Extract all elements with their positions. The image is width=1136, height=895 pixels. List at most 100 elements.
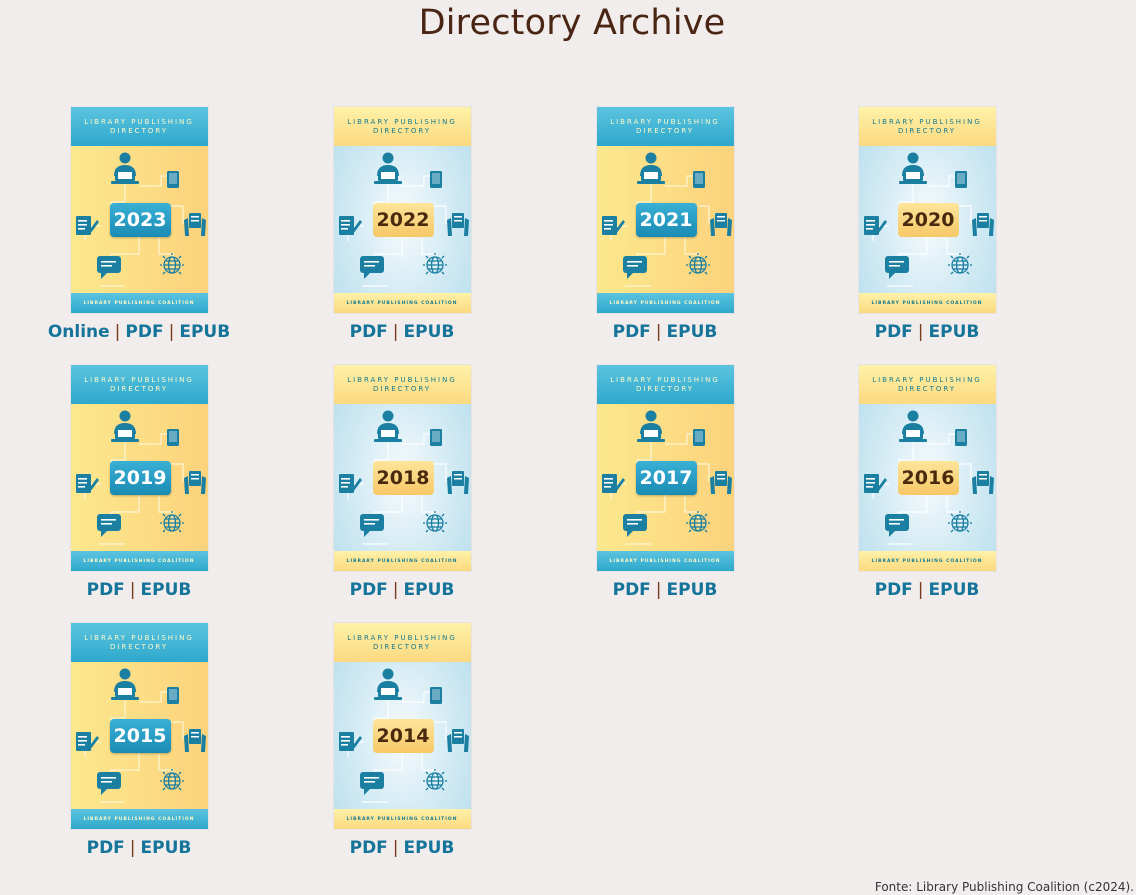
hands-holding-book-icon <box>709 471 732 494</box>
link-separator: | <box>917 580 924 600</box>
cover-header: LIBRARY PUBLISHING DIRECTORY <box>70 623 208 662</box>
directory-cover-2022[interactable]: LIBRARY PUBLISHING DIRECTORY 2022 LIBRAR… <box>333 107 471 313</box>
cover-header: LIBRARY PUBLISHING DIRECTORY <box>70 107 208 146</box>
hands-holding-book-icon <box>446 471 469 494</box>
tablet-icon <box>692 429 705 446</box>
directory-cover-2018[interactable]: LIBRARY PUBLISHING DIRECTORY 2018 LIBRAR… <box>333 365 471 571</box>
person-at-laptop-icon <box>636 152 665 184</box>
cover-header: LIBRARY PUBLISHING DIRECTORY <box>596 107 734 146</box>
epub-link-2018[interactable]: EPUB <box>404 580 455 600</box>
cover-year: 2017 <box>635 461 697 495</box>
directory-cover-2014[interactable]: LIBRARY PUBLISHING DIRECTORY 2014 LIBRAR… <box>333 623 471 829</box>
cover-year: 2023 <box>109 203 171 237</box>
person-at-laptop-icon <box>898 152 927 184</box>
epub-link-2017[interactable]: EPUB <box>667 580 718 600</box>
online-link-2023[interactable]: Online <box>48 322 110 342</box>
epub-link-2023[interactable]: EPUB <box>179 322 230 342</box>
format-links: PDF | EPUB <box>9 579 269 601</box>
cover-header: LIBRARY PUBLISHING DIRECTORY <box>333 365 471 404</box>
link-separator: | <box>129 580 136 600</box>
document-pencil-icon <box>338 216 362 235</box>
directory-item-2020: LIBRARY PUBLISHING DIRECTORY 2020 LIBRAR… <box>797 107 1057 343</box>
cover-publisher: LIBRARY PUBLISHING COALITION <box>871 558 983 564</box>
hands-holding-book-icon <box>971 471 994 494</box>
directory-cover-2017[interactable]: LIBRARY PUBLISHING DIRECTORY 2017 LIBRAR… <box>596 365 734 571</box>
cover-footer: LIBRARY PUBLISHING COALITION <box>596 551 734 571</box>
directory-item-2018: LIBRARY PUBLISHING DIRECTORY 2018 LIBRAR… <box>272 365 532 601</box>
pdf-link-2016[interactable]: PDF <box>875 580 913 600</box>
epub-link-2022[interactable]: EPUB <box>404 322 455 342</box>
chat-bubble-icon <box>359 514 384 537</box>
chat-bubble-icon <box>622 514 647 537</box>
cover-title-line-2: DIRECTORY <box>372 384 432 393</box>
directory-cover-2015[interactable]: LIBRARY PUBLISHING DIRECTORY 2015 LIBRAR… <box>70 623 208 829</box>
directory-cover-2019[interactable]: LIBRARY PUBLISHING DIRECTORY 2019 LIBRAR… <box>70 365 208 571</box>
pdf-link-2020[interactable]: PDF <box>875 322 913 342</box>
hands-holding-book-icon <box>446 729 469 752</box>
document-pencil-icon <box>75 216 99 235</box>
globe-icon <box>947 253 972 275</box>
document-pencil-icon <box>75 474 99 493</box>
cover-year: 2022 <box>372 203 434 237</box>
cover-footer: LIBRARY PUBLISHING COALITION <box>70 293 208 313</box>
format-links: PDF | EPUB <box>272 321 532 343</box>
cover-title-line-1: LIBRARY PUBLISHING <box>610 117 720 126</box>
link-separator: | <box>392 580 399 600</box>
epub-link-2019[interactable]: EPUB <box>141 580 192 600</box>
pdf-link-2017[interactable]: PDF <box>613 580 651 600</box>
cover-header: LIBRARY PUBLISHING DIRECTORY <box>333 107 471 146</box>
epub-link-2020[interactable]: EPUB <box>929 322 980 342</box>
cover-publisher: LIBRARY PUBLISHING COALITION <box>871 300 983 306</box>
cover-title-line-2: DIRECTORY <box>109 384 169 393</box>
cover-footer: LIBRARY PUBLISHING COALITION <box>333 809 471 829</box>
epub-link-2014[interactable]: EPUB <box>404 838 455 858</box>
cover-footer: LIBRARY PUBLISHING COALITION <box>70 551 208 571</box>
tablet-icon <box>429 687 442 704</box>
document-pencil-icon <box>338 474 362 493</box>
pdf-link-2014[interactable]: PDF <box>350 838 388 858</box>
pdf-link-2022[interactable]: PDF <box>350 322 388 342</box>
person-at-laptop-icon <box>373 152 402 184</box>
cover-footer: LIBRARY PUBLISHING COALITION <box>333 551 471 571</box>
globe-icon <box>422 253 447 275</box>
cover-title-line-1: LIBRARY PUBLISHING <box>610 375 720 384</box>
pdf-link-2021[interactable]: PDF <box>613 322 651 342</box>
cover-year: 2019 <box>109 461 171 495</box>
cover-publisher: LIBRARY PUBLISHING COALITION <box>346 558 458 564</box>
directory-item-2015: LIBRARY PUBLISHING DIRECTORY 2015 LIBRAR… <box>9 623 269 859</box>
document-pencil-icon <box>863 474 887 493</box>
directory-cover-2023[interactable]: LIBRARY PUBLISHING DIRECTORY 2023 LIBRAR… <box>70 107 208 313</box>
cover-title-line-1: LIBRARY PUBLISHING <box>84 633 194 642</box>
hands-holding-book-icon <box>971 213 994 236</box>
epub-link-2021[interactable]: EPUB <box>667 322 718 342</box>
epub-link-2015[interactable]: EPUB <box>141 838 192 858</box>
cover-title-line-1: LIBRARY PUBLISHING <box>347 117 457 126</box>
document-pencil-icon <box>338 732 362 751</box>
globe-icon <box>422 511 447 533</box>
cover-publisher: LIBRARY PUBLISHING COALITION <box>609 300 721 306</box>
pdf-link-2015[interactable]: PDF <box>87 838 125 858</box>
person-at-laptop-icon <box>373 668 402 700</box>
directory-cover-2016[interactable]: LIBRARY PUBLISHING DIRECTORY 2016 LIBRAR… <box>858 365 996 571</box>
link-separator: | <box>114 322 121 342</box>
epub-link-2016[interactable]: EPUB <box>929 580 980 600</box>
cover-title-line-2: DIRECTORY <box>109 642 169 651</box>
cover-header: LIBRARY PUBLISHING DIRECTORY <box>596 365 734 404</box>
cover-title-line-1: LIBRARY PUBLISHING <box>872 117 982 126</box>
globe-icon <box>159 511 184 533</box>
pdf-link-2023[interactable]: PDF <box>125 322 163 342</box>
format-links: PDF | EPUB <box>272 579 532 601</box>
pdf-link-2019[interactable]: PDF <box>87 580 125 600</box>
directory-cover-2020[interactable]: LIBRARY PUBLISHING DIRECTORY 2020 LIBRAR… <box>858 107 996 313</box>
cover-title-line-1: LIBRARY PUBLISHING <box>347 633 457 642</box>
cover-header: LIBRARY PUBLISHING DIRECTORY <box>858 365 996 404</box>
chat-bubble-icon <box>96 772 121 795</box>
pdf-link-2018[interactable]: PDF <box>350 580 388 600</box>
hands-holding-book-icon <box>446 213 469 236</box>
source-credit: Fonte: Library Publishing Coalition (c20… <box>874 880 1134 894</box>
directory-cover-2021[interactable]: LIBRARY PUBLISHING DIRECTORY 2021 LIBRAR… <box>596 107 734 313</box>
directory-item-2023: LIBRARY PUBLISHING DIRECTORY 2023 LIBRAR… <box>9 107 269 343</box>
tablet-icon <box>166 687 179 704</box>
cover-publisher: LIBRARY PUBLISHING COALITION <box>346 300 458 306</box>
link-separator: | <box>392 838 399 858</box>
